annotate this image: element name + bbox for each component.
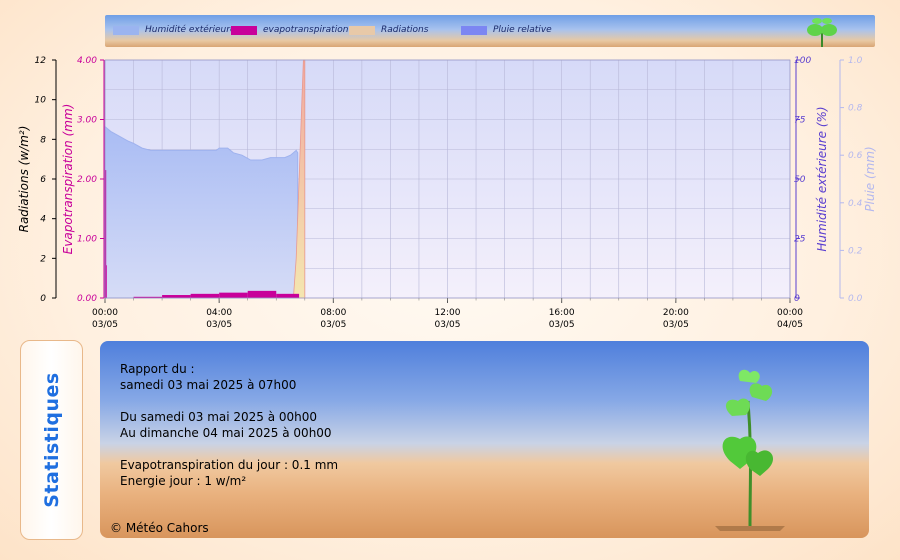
axis-tick-label-radiations: 8 (40, 135, 46, 145)
stats-spacer (120, 393, 338, 409)
axis-tick-label-radiations: 6 (40, 175, 46, 185)
axis-tick-label-pluie: 0.0 (848, 294, 863, 304)
series-evapotranspiration-bar (219, 292, 248, 298)
x-tick-label-date: 03/05 (663, 320, 689, 330)
axis-title-humidite: Humidité extérieure (%) (815, 106, 829, 251)
x-tick-label-date: 03/05 (435, 320, 461, 330)
axis-tick-label-radiations: 12 (35, 56, 47, 66)
axis-tick-label-pluie: 1.0 (848, 56, 863, 66)
series-evapotranspiration-bar (162, 295, 191, 298)
series-evapotranspiration-bar (190, 293, 220, 298)
axis-tick-label-evapotranspiration: 2.00 (77, 175, 97, 185)
plant-icon (715, 369, 785, 531)
chart: 024681012Radiations (w/m²)0.001.002.003.… (17, 56, 877, 330)
axis-tick-label-evapotranspiration: 3.00 (77, 116, 97, 126)
x-tick-label-time: 00:00 (777, 308, 803, 318)
stats-line: Rapport du : (120, 362, 195, 376)
axis-tick-label-evapotranspiration: 1.00 (77, 235, 97, 245)
axis-tick-label-radiations: 0 (40, 294, 46, 304)
axis-tick-label-humidite: 0 (794, 294, 800, 304)
x-tick-label-time: 12:00 (435, 308, 461, 318)
stats-tab-label: Statistiques (40, 372, 63, 508)
x-tick-label-date: 03/05 (92, 320, 118, 330)
stats-line: Energie jour : 1 w/m² (120, 474, 247, 488)
stats-panel: Rapport du : samedi 03 mai 2025 à 07h00 Du… (100, 341, 869, 538)
axis-title-evapotranspiration: Evapotranspiration (mm) (61, 104, 75, 255)
x-tick-label-date: 03/05 (320, 320, 346, 330)
x-tick-label-date: 04/05 (777, 320, 803, 330)
x-tick-label-time: 00:00 (92, 308, 118, 318)
axis-tick-label-radiations: 2 (40, 254, 46, 264)
axis-title-pluie: Pluie (mm) (863, 146, 877, 211)
axis-tick-label-pluie: 0.2 (848, 246, 863, 256)
stats-spacer (120, 441, 338, 457)
stats-tab[interactable]: Statistiques (20, 340, 83, 540)
copyright: © Météo Cahors (110, 521, 209, 535)
x-tick-label-time: 08:00 (320, 308, 346, 318)
stats-line: Du samedi 03 mai 2025 à 00h00 (120, 410, 318, 424)
series-evapotranspiration-bar (105, 265, 107, 298)
axis-tick-label-humidite: 25 (794, 235, 806, 245)
axis-tick-label-humidite: 100 (794, 56, 811, 66)
stats-line: Evapotranspiration du jour : 0.1 mm (120, 458, 339, 472)
axis-tick-label-radiations: 4 (40, 215, 46, 225)
stats-line: samedi 03 mai 2025 à 07h00 (120, 378, 297, 392)
axis-tick-label-evapotranspiration: 0.00 (77, 294, 97, 304)
x-tick-label-date: 03/05 (206, 320, 232, 330)
axis-title-radiations: Radiations (w/m²) (17, 126, 31, 233)
x-tick-label-time: 20:00 (663, 308, 689, 318)
series-evapotranspiration-bar (276, 293, 300, 298)
axis-tick-label-pluie: 0.8 (848, 104, 863, 114)
axis-tick-label-radiations: 10 (35, 96, 47, 106)
axis-tick-label-humidite: 75 (794, 116, 806, 126)
axis-tick-label-pluie: 0.6 (848, 151, 863, 161)
series-evapotranspiration-bar (247, 290, 277, 298)
axis-tick-label-humidite: 50 (794, 175, 806, 185)
x-tick-label-time: 16:00 (549, 308, 575, 318)
stats-line: Au dimanche 04 mai 2025 à 00h00 (120, 426, 332, 440)
axis-tick-label-evapotranspiration: 4.00 (77, 56, 97, 66)
x-tick-label-time: 04:00 (206, 308, 232, 318)
axis-tick-label-pluie: 0.4 (848, 199, 863, 209)
x-tick-label-date: 03/05 (549, 320, 575, 330)
stats-text: Rapport du : samedi 03 mai 2025 à 07h00 Du… (120, 361, 338, 489)
